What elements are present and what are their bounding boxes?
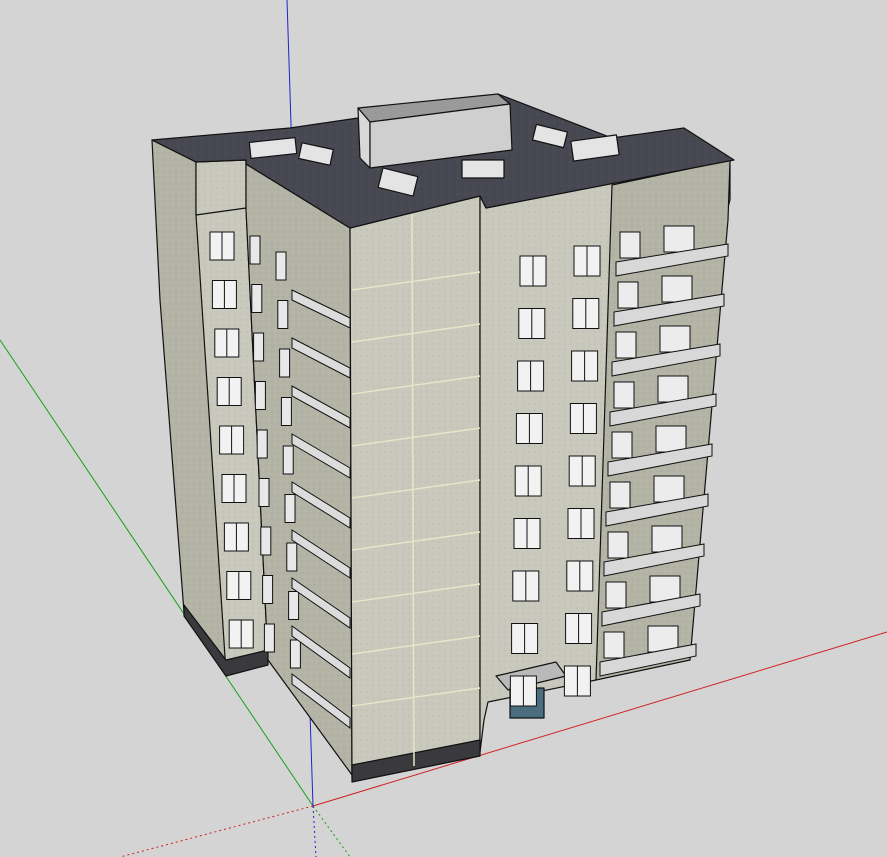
- window: [275, 251, 287, 281]
- window: [651, 525, 683, 553]
- window: [611, 431, 633, 459]
- window: [655, 425, 687, 453]
- window: [253, 332, 265, 362]
- window: [280, 397, 292, 426]
- window: [256, 429, 268, 459]
- window: [260, 526, 272, 556]
- window: [617, 281, 639, 309]
- scene-canvas[interactable]: [0, 0, 887, 857]
- sketchup-3d-viewport[interactable]: [0, 0, 887, 857]
- green-axis-dotted: [312, 805, 351, 857]
- window: [657, 375, 689, 403]
- window: [262, 575, 274, 604]
- window: [254, 381, 266, 410]
- window: [607, 531, 629, 559]
- window: [289, 639, 301, 669]
- window: [603, 631, 625, 659]
- window: [619, 231, 641, 259]
- window: [663, 225, 695, 253]
- window: [284, 494, 296, 523]
- window: [609, 481, 631, 509]
- window: [249, 235, 261, 265]
- window: [615, 331, 637, 359]
- window: [613, 381, 635, 409]
- window: [605, 581, 627, 609]
- window: [279, 348, 291, 378]
- window: [288, 591, 300, 620]
- window: [653, 475, 685, 503]
- window: [286, 542, 298, 572]
- window: [282, 445, 294, 475]
- window: [258, 478, 270, 507]
- window: [661, 275, 693, 303]
- red-axis-dotted: [119, 805, 314, 857]
- window: [263, 623, 275, 653]
- window: [659, 325, 691, 353]
- blue-axis-dotted: [312, 805, 317, 857]
- left-wing-front-face: [195, 159, 247, 216]
- window: [251, 284, 263, 313]
- window: [277, 300, 289, 329]
